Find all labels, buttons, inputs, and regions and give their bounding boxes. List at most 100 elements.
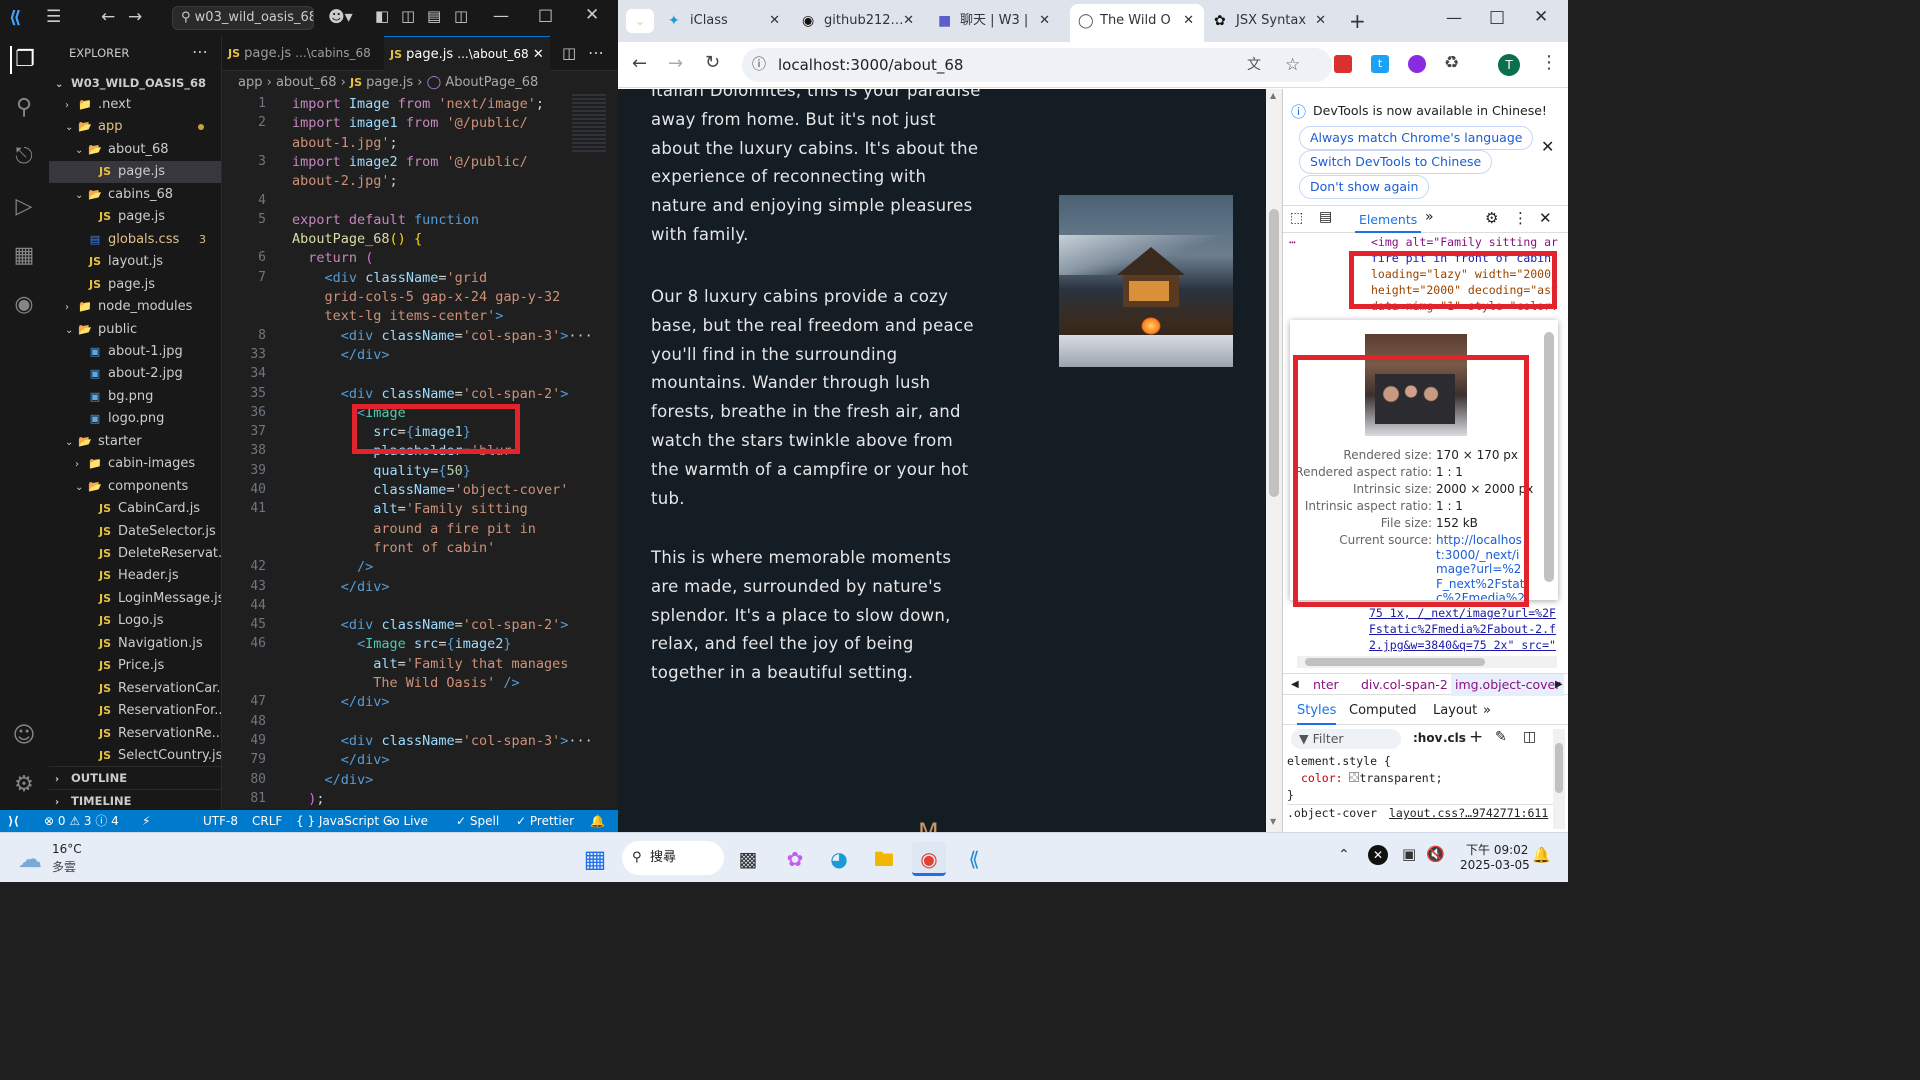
browser-tab[interactable]: ◉ github212… ✕ [794, 6, 924, 36]
tab-cabins-page[interactable]: JS page.js ...\cabins_68 [222, 36, 382, 71]
outline-section[interactable]: › OUTLINE [49, 766, 221, 788]
minimize-icon[interactable]: — [493, 6, 509, 25]
translate-icon[interactable]: 文 [1247, 48, 1261, 82]
tree-item[interactable]: JS ReservationRe... [49, 723, 221, 745]
browser-tab[interactable]: ■ 聊天 | W3 | ✕ [930, 6, 1060, 36]
browser-tab[interactable]: ✦ iClass ✕ [660, 6, 790, 36]
lightning-icon[interactable]: ⚡ [142, 810, 150, 832]
chrome-menu-icon[interactable]: ⋮ [1540, 52, 1558, 73]
extensions-puzzle-icon[interactable]: ♻ [1444, 53, 1459, 73]
close-tab-icon[interactable]: ✕ [903, 6, 914, 36]
crumb-item-selected[interactable]: img.object-cover [1451, 674, 1565, 696]
breadcrumb-item[interactable]: app [238, 75, 262, 90]
volume-muted-icon[interactable]: 🔇 [1426, 845, 1445, 863]
tree-item[interactable]: › 📁 node_modules [49, 296, 221, 318]
tree-item[interactable]: JS Logo.js [49, 610, 221, 632]
tree-item[interactable]: JS SelectCountry.js [49, 745, 221, 767]
copilot-app-icon[interactable]: ✿ [778, 842, 812, 876]
account-icon[interactable]: ☺ [10, 722, 38, 750]
taskbar-search[interactable]: ⚲ 搜尋 [622, 841, 724, 875]
style-rules[interactable]: element.style { color: transparent; } .o… [1287, 753, 1557, 821]
tree-item[interactable]: ▤ globals.css 3 [49, 229, 221, 251]
bookmark-star-icon[interactable]: ☆ [1285, 48, 1300, 82]
tree-item[interactable]: ⌄ 📂 starter [49, 431, 221, 453]
tree-item[interactable]: JS ReservationFor... [49, 700, 221, 722]
tree-item[interactable]: ▣ about-2.jpg [49, 363, 221, 385]
hov-button[interactable]: :hov [1413, 731, 1442, 745]
profile-avatar[interactable]: T [1498, 54, 1520, 76]
prettier-status[interactable]: ✓ Prettier [516, 810, 574, 832]
tree-item[interactable]: › 📁 .next [49, 94, 221, 116]
extensions-icon[interactable]: ▦ [10, 242, 38, 270]
more-tabs-icon[interactable]: » [1483, 699, 1491, 723]
timeline-section[interactable]: › TIMELINE [49, 789, 221, 810]
inspect-element-icon[interactable]: ⬚ [1290, 210, 1303, 226]
tab-elements[interactable]: Elements [1355, 206, 1422, 233]
tree-item[interactable]: ▣ bg.png [49, 386, 221, 408]
page-scrollbar[interactable]: ▲ ▼ [1266, 89, 1282, 832]
tree-item[interactable]: JS ReservationCar... [49, 678, 221, 700]
close-tab-icon[interactable]: ✕ [769, 6, 780, 36]
elements-hscroll[interactable] [1297, 656, 1557, 668]
tree-item[interactable]: › 📁 cabin-images [49, 453, 221, 475]
settings-gear-icon[interactable]: ⚙ [1485, 209, 1498, 227]
eol-status[interactable]: CRLF [252, 810, 282, 832]
vscode-app-icon[interactable]: ⟪ [957, 842, 991, 876]
copilot-icon[interactable]: ☻▾ [328, 7, 353, 26]
switch-to-chinese-button[interactable]: Switch DevTools to Chinese [1299, 150, 1493, 174]
site-info-icon[interactable]: ⓘ [752, 48, 766, 82]
scrollbar-thumb[interactable] [1269, 209, 1279, 497]
breadcrumb-item[interactable]: AboutPage_68 [445, 75, 538, 90]
tree-item[interactable]: JS DateSelector.js [49, 521, 221, 543]
source-control-icon[interactable]: ⎋ [10, 143, 38, 171]
notifications-bell-icon[interactable]: 🔔 [590, 810, 605, 832]
weather-cloud-icon[interactable]: ☁ [18, 845, 42, 873]
tree-item[interactable]: ⌄ 📂 app [49, 116, 221, 138]
start-windows-icon[interactable]: ▦ [578, 842, 612, 876]
close-tab-icon[interactable]: ✕ [1183, 4, 1194, 38]
tree-item[interactable]: JS Header.js [49, 565, 221, 587]
layout-icon[interactable]: ◧ [375, 7, 389, 25]
clock-date[interactable]: 2025-03-05 [1460, 858, 1530, 872]
more-actions-icon[interactable]: ⋯ [192, 42, 208, 61]
browser-tab[interactable]: ◯ The Wild O ✕ [1070, 4, 1204, 42]
close-devtools-icon[interactable]: ✕ [1539, 209, 1552, 227]
language-status[interactable]: { } JavaScript [296, 810, 379, 832]
reload-icon[interactable]: ↻ [705, 52, 720, 73]
more-tabs-icon[interactable]: » [1425, 209, 1434, 225]
device-toolbar-icon[interactable]: ▤ [1319, 209, 1332, 225]
tree-item[interactable]: JS Price.js [49, 655, 221, 677]
crumb-item[interactable]: div.col-span-2 [1361, 674, 1448, 696]
network-icon[interactable]: ▣ [1402, 845, 1416, 863]
extension-red-icon[interactable] [1334, 55, 1352, 73]
tree-item[interactable]: JS page.js [49, 161, 221, 184]
spell-status[interactable]: ✓ Spell [456, 810, 499, 832]
color-swatch[interactable] [1349, 772, 1360, 782]
remote-icon[interactable]: ⟩⟨ [8, 810, 19, 832]
tree-item[interactable]: ⌄ 📂 about_68 [49, 139, 221, 161]
tab-about-page[interactable]: JS page.js ...\about_68 ✕ [384, 36, 550, 71]
settings-gear-icon[interactable]: ⚙ [10, 771, 38, 799]
notification-bell-icon[interactable]: 🔔 [1532, 846, 1551, 864]
breadcrumb-item[interactable]: page.js [366, 75, 413, 90]
more-options-icon[interactable]: ⋮ [1513, 209, 1528, 227]
file-explorer-icon[interactable]: 🖿 [867, 842, 901, 876]
run-debug-icon[interactable]: ▷ [10, 193, 38, 221]
close-tab-icon[interactable]: ✕ [533, 47, 544, 62]
sidebar-toggle-icon[interactable]: ◫ [1523, 729, 1536, 745]
problems-status[interactable]: ⊗ 0 ⚠ 3 ⓘ 4 [44, 810, 119, 832]
close-icon[interactable]: ✕ [585, 5, 599, 25]
back-arrow-icon[interactable]: ← [101, 7, 115, 27]
tree-item[interactable]: JS page.js [49, 206, 221, 228]
project-root[interactable]: ⌄ W03_WILD_OASIS_68 [49, 72, 221, 94]
edge-browser-icon[interactable]: ◕ [822, 842, 856, 876]
close-icon[interactable]: ✕ [1534, 7, 1548, 27]
tree-item[interactable]: ⌄ 📂 public [49, 319, 221, 341]
clock-time[interactable]: 下午 09:02 [1466, 841, 1528, 858]
tree-item[interactable]: ⌄ 📂 components [49, 476, 221, 498]
maximize-icon[interactable]: □ [1489, 7, 1505, 27]
tree-item[interactable]: ▣ logo.png [49, 408, 221, 430]
chevron-left-icon[interactable]: ◀ [1291, 674, 1299, 696]
cls-button[interactable]: .cls [1443, 731, 1466, 745]
minimap[interactable] [572, 94, 606, 154]
